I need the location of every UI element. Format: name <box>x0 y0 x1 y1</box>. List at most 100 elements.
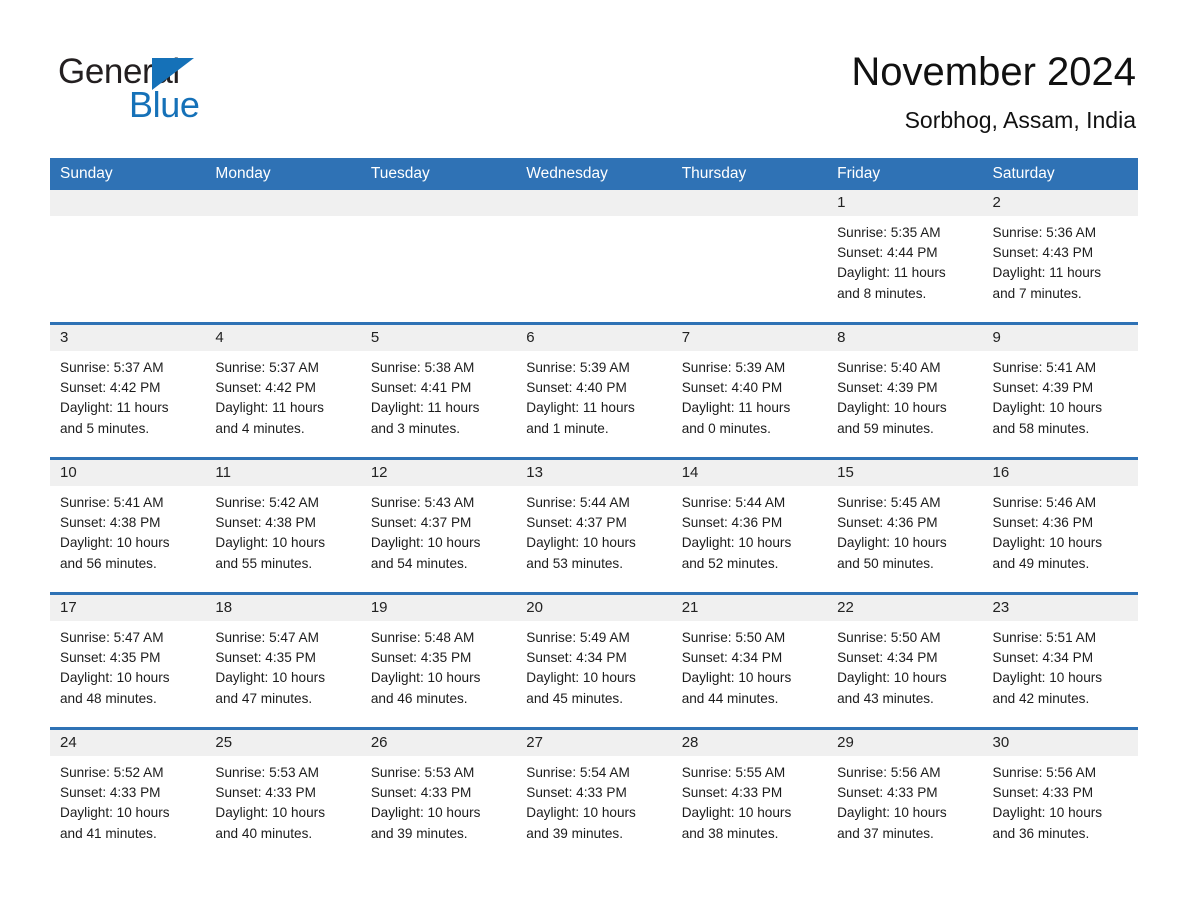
calendar-cell-day-1[interactable]: 1 Sunrise: 5:35 AM Sunset: 4:44 PM Daylight… <box>827 190 983 324</box>
day-number: 11 <box>205 460 361 486</box>
calendar-cell-day-3[interactable]: 3 Sunrise: 5:37 AM Sunset: 4:42 PM Daylight… <box>50 322 206 459</box>
sunrise-text: Sunrise: 5:51 AM <box>992 630 1097 645</box>
day-details: Sunrise: 5:54 AM Sunset: 4:33 PM Daylight:… <box>516 756 671 844</box>
sunrise-text: Sunrise: 5:56 AM <box>992 765 1097 780</box>
calendar-cell-inner: 28 Sunrise: 5:55 AM Sunset: 4:33 PM Dayligh… <box>671 730 828 862</box>
daylight-text-line1: Daylight: 11 hours <box>526 400 635 416</box>
sunset-text: Sunset: 4:42 PM <box>215 380 316 396</box>
sunrise-text: Sunrise: 5:41 AM <box>60 495 164 510</box>
daylight-text-line2: and 47 minutes. <box>215 690 313 706</box>
calendar-cell-day-17[interactable]: 17 Sunrise: 5:47 AM Sunset: 4:35 PM Dayligh… <box>50 592 206 729</box>
daylight-text-line2: and 39 minutes. <box>526 825 623 841</box>
calendar-cell-day-10[interactable]: 10 Sunrise: 5:41 AM Sunset: 4:38 PM Dayligh… <box>50 457 206 594</box>
day-details: Sunrise: 5:56 AM Sunset: 4:33 PM Daylight:… <box>983 756 1138 844</box>
sunrise-text: Sunrise: 5:37 AM <box>60 360 164 375</box>
daylight-text-line1: Daylight: 10 hours <box>60 670 170 686</box>
calendar-cell-day-23[interactable]: 23 Sunrise: 5:51 AM Sunset: 4:34 PM Dayligh… <box>982 592 1138 729</box>
calendar-cell-day-30[interactable]: 30 Sunrise: 5:56 AM Sunset: 4:33 PM Dayligh… <box>982 727 1138 862</box>
calendar-cell-day-11[interactable]: 11 Sunrise: 5:42 AM Sunset: 4:38 PM Dayligh… <box>205 457 361 594</box>
sunrise-text: Sunrise: 5:36 AM <box>992 225 1097 240</box>
sunrise-text: Sunrise: 5:47 AM <box>60 630 164 645</box>
calendar-cell-day-6[interactable]: 6 Sunrise: 5:39 AM Sunset: 4:40 PM Daylight… <box>516 322 672 459</box>
calendar-cell-inner: 14 Sunrise: 5:44 AM Sunset: 4:36 PM Dayligh… <box>671 460 828 592</box>
sunrise-text: Sunrise: 5:47 AM <box>215 630 319 645</box>
daylight-text-line2: and 5 minutes. <box>60 420 150 436</box>
calendar-cell-day-22[interactable]: 22 Sunrise: 5:50 AM Sunset: 4:34 PM Dayligh… <box>827 592 983 729</box>
sunset-text: Sunset: 4:37 PM <box>370 515 472 531</box>
page-subtitle: Sorbhog, Assam, India <box>904 107 1136 133</box>
daylight-text-line2: and 40 minutes. <box>215 825 313 841</box>
calendar-cell-day-27[interactable]: 27 Sunrise: 5:54 AM Sunset: 4:33 PM Dayligh… <box>516 727 672 862</box>
calendar-cell-day-18[interactable]: 18 Sunrise: 5:47 AM Sunset: 4:35 PM Dayligh… <box>205 592 361 729</box>
daylight-text-line1: Daylight: 10 hours <box>215 805 325 821</box>
calendar-cell-day-13[interactable]: 13 Sunrise: 5:44 AM Sunset: 4:37 PM Dayligh… <box>516 457 672 594</box>
calendar-cell-day-19[interactable]: 19 Sunrise: 5:48 AM Sunset: 4:35 PM Dayligh… <box>360 592 517 729</box>
day-details: Sunrise: 5:39 AM Sunset: 4:40 PM Daylight:… <box>672 351 827 439</box>
day-number: 17 <box>50 595 206 621</box>
calendar-cell-day-4[interactable]: 4 Sunrise: 5:37 AM Sunset: 4:42 PM Daylight… <box>205 322 361 459</box>
calendar-cell-inner <box>205 190 361 322</box>
daylight-text-line2: and 49 minutes. <box>992 555 1090 571</box>
day-details: Sunrise: 5:46 AM Sunset: 4:36 PM Daylight:… <box>983 486 1138 574</box>
sunrise-text: Sunrise: 5:55 AM <box>681 765 786 780</box>
sunset-text: Sunset: 4:40 PM <box>526 380 627 396</box>
day-details: Sunrise: 5:37 AM Sunset: 4:42 PM Daylight:… <box>205 351 360 439</box>
daylight-text-line2: and 58 minutes. <box>992 420 1090 436</box>
calendar-week-row: 1 Sunrise: 5:35 AM Sunset: 4:44 PM Daylight… <box>50 190 1138 324</box>
calendar-cell-day-9[interactable]: 9 Sunrise: 5:41 AM Sunset: 4:39 PM Daylight… <box>982 322 1138 459</box>
sunrise-text: Sunrise: 5:37 AM <box>215 360 319 375</box>
calendar-cell-day-8[interactable]: 8 Sunrise: 5:40 AM Sunset: 4:39 PM Daylight… <box>827 322 983 459</box>
sunset-text: Sunset: 4:33 PM <box>60 785 161 801</box>
calendar-cell-day-5[interactable]: 5 Sunrise: 5:38 AM Sunset: 4:41 PM Daylight… <box>360 322 517 459</box>
sunset-text: Sunset: 4:33 PM <box>837 785 938 801</box>
daylight-text-line1: Daylight: 10 hours <box>992 400 1103 416</box>
sunrise-text: Sunrise: 5:53 AM <box>215 765 319 780</box>
weekday-header-tuesday: Tuesday <box>360 158 517 190</box>
generalblue-logo[interactable]: General Blue <box>58 52 288 125</box>
daylight-text-line1: Daylight: 10 hours <box>370 805 481 821</box>
daylight-text-line1: Daylight: 11 hours <box>60 400 169 416</box>
day-number: 12 <box>360 460 517 486</box>
daylight-text-line1: Daylight: 10 hours <box>681 670 792 686</box>
calendar-cell-inner <box>516 190 672 322</box>
daylight-text-line2: and 3 minutes. <box>370 420 461 436</box>
daylight-text-line1: Daylight: 10 hours <box>215 670 325 686</box>
calendar-cell-day-2[interactable]: 2 Sunrise: 5:36 AM Sunset: 4:43 PM Daylight… <box>982 190 1138 324</box>
calendar-cell-day-14[interactable]: 14 Sunrise: 5:44 AM Sunset: 4:36 PM Dayligh… <box>671 457 828 594</box>
calendar-cell-day-21[interactable]: 21 Sunrise: 5:50 AM Sunset: 4:34 PM Dayligh… <box>671 592 828 729</box>
daylight-text-line2: and 41 minutes. <box>60 825 157 841</box>
calendar-cell-inner: 13 Sunrise: 5:44 AM Sunset: 4:37 PM Dayligh… <box>516 460 672 592</box>
daylight-text-line1: Daylight: 10 hours <box>992 670 1103 686</box>
day-number: 9 <box>982 325 1138 351</box>
daylight-text-line1: Daylight: 10 hours <box>526 805 636 821</box>
calendar-cell-day-24[interactable]: 24 Sunrise: 5:52 AM Sunset: 4:33 PM Dayligh… <box>50 727 206 862</box>
calendar-cell-day-28[interactable]: 28 Sunrise: 5:55 AM Sunset: 4:33 PM Dayligh… <box>671 727 828 862</box>
daylight-text-line2: and 50 minutes. <box>837 555 934 571</box>
calendar-cell-empty <box>360 190 517 324</box>
calendar-cell-inner: 27 Sunrise: 5:54 AM Sunset: 4:33 PM Dayligh… <box>516 730 672 862</box>
day-number: 4 <box>205 325 361 351</box>
daylight-text-line2: and 0 minutes. <box>681 420 771 436</box>
daylight-text-line2: and 56 minutes. <box>60 555 157 571</box>
calendar-cell-day-20[interactable]: 20 Sunrise: 5:49 AM Sunset: 4:34 PM Dayligh… <box>516 592 672 729</box>
calendar-cell-day-7[interactable]: 7 Sunrise: 5:39 AM Sunset: 4:40 PM Daylight… <box>671 322 828 459</box>
calendar-cell-day-12[interactable]: 12 Sunrise: 5:43 AM Sunset: 4:37 PM Dayligh… <box>360 457 517 594</box>
daylight-text-line1: Daylight: 11 hours <box>992 265 1102 281</box>
sunset-text: Sunset: 4:34 PM <box>526 650 627 666</box>
calendar-cell-day-25[interactable]: 25 Sunrise: 5:53 AM Sunset: 4:33 PM Dayligh… <box>205 727 361 862</box>
sunset-text: Sunset: 4:33 PM <box>992 785 1094 801</box>
weekday-header-friday: Friday <box>827 158 983 190</box>
sunset-text: Sunset: 4:35 PM <box>215 650 316 666</box>
daylight-text-line2: and 1 minute. <box>526 420 609 436</box>
sunset-text: Sunset: 4:34 PM <box>992 650 1094 666</box>
calendar-cell-day-26[interactable]: 26 Sunrise: 5:53 AM Sunset: 4:33 PM Dayligh… <box>360 727 517 862</box>
calendar-cell-day-29[interactable]: 29 Sunrise: 5:56 AM Sunset: 4:33 PM Dayligh… <box>827 727 983 862</box>
calendar-cell-day-16[interactable]: 16 Sunrise: 5:46 AM Sunset: 4:36 PM Dayligh… <box>982 457 1138 594</box>
day-number: 5 <box>360 325 517 351</box>
daylight-text-line2: and 48 minutes. <box>60 690 157 706</box>
calendar-cell-day-15[interactable]: 15 Sunrise: 5:45 AM Sunset: 4:36 PM Dayligh… <box>827 457 983 594</box>
weekday-header-sunday: Sunday <box>50 158 206 190</box>
daylight-text-line1: Daylight: 10 hours <box>215 535 325 551</box>
calendar-cell-inner: 10 Sunrise: 5:41 AM Sunset: 4:38 PM Dayligh… <box>50 460 206 592</box>
calendar-cell-empty <box>50 190 206 324</box>
